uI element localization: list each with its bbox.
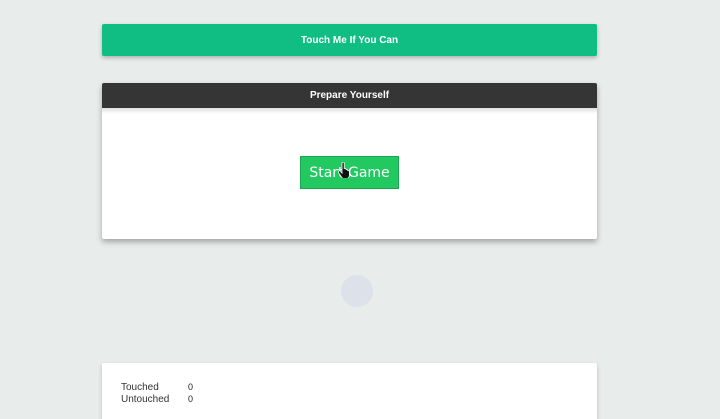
touched-label: Touched: [121, 382, 159, 393]
untouched-value: 0: [188, 394, 194, 404]
hand-pointer-icon: [338, 162, 350, 178]
touched-value: 0: [188, 382, 194, 392]
stat-row-untouched: Untouched 0: [121, 394, 193, 405]
prepare-header: Prepare Yourself: [102, 83, 597, 114]
stats-card: Touched 0 Untouched 0: [102, 363, 597, 419]
prepare-header-title: Prepare Yourself: [309, 90, 390, 101]
untouched-label: Untouched: [121, 394, 170, 405]
top-banner: Touch Me If You Can: [102, 24, 597, 56]
banner-title: Touch Me If You Can: [300, 34, 399, 46]
prepare-card: Prepare Yourself Start Game: [102, 83, 597, 239]
target-circle[interactable]: [341, 275, 373, 307]
stat-row-touched: Touched 0: [121, 382, 193, 393]
